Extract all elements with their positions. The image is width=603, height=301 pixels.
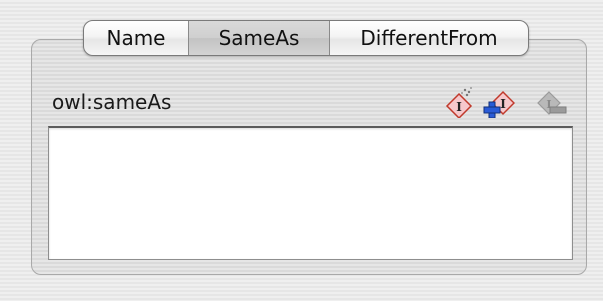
sameas-list[interactable]	[48, 126, 573, 260]
svg-text:I: I	[456, 100, 462, 114]
tab-bar: Name SameAs DifferentFrom	[83, 20, 529, 56]
add-instance-icon: I	[483, 90, 515, 118]
create-instance-button[interactable]: I	[443, 86, 475, 118]
add-instance-button[interactable]: I	[483, 86, 515, 118]
tab-differentfrom[interactable]: DifferentFrom	[330, 21, 528, 55]
tab-name[interactable]: Name	[84, 21, 189, 55]
tab-sameas[interactable]: SameAs	[189, 21, 330, 55]
remove-instance-button[interactable]: I	[536, 86, 568, 118]
svg-text:I: I	[500, 97, 506, 111]
property-label: owl:sameAs	[52, 90, 172, 114]
remove-instance-icon: I	[537, 91, 567, 115]
create-instance-icon: I	[445, 87, 473, 118]
